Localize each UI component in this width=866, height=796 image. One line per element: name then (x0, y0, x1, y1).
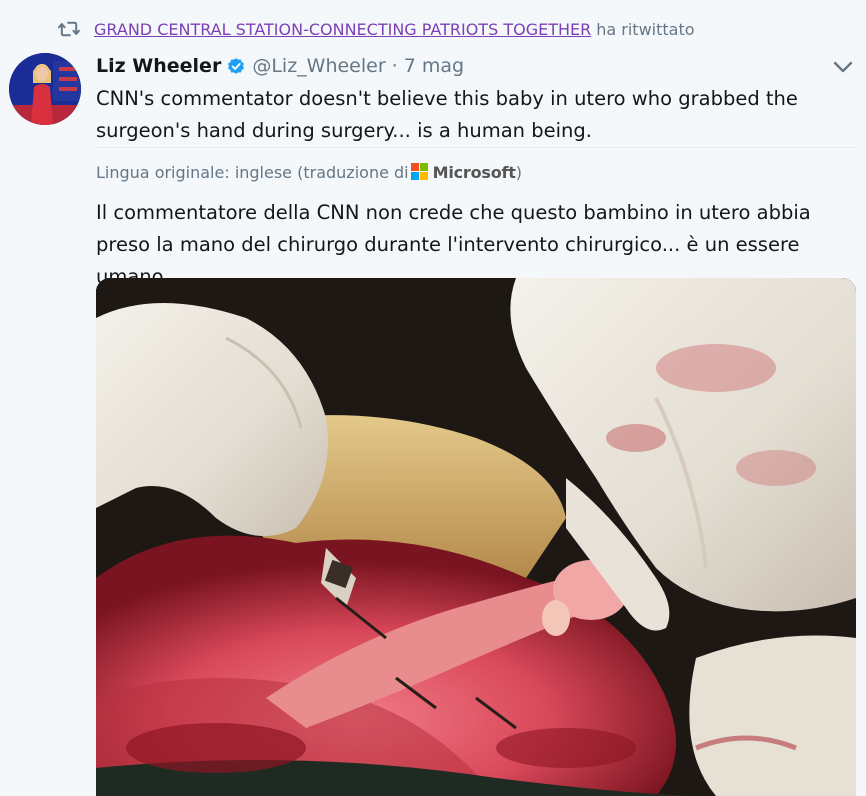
retweet-context: GRAND CENTRAL STATION-CONNECTING PATRIOT… (58, 17, 695, 41)
retweet-suffix: ha ritwittato (596, 19, 695, 39)
surgery-photo (96, 278, 856, 796)
chevron-down-icon[interactable] (833, 60, 853, 74)
translation-close-paren: ) (515, 162, 522, 182)
divider (96, 147, 856, 148)
tweet-timestamp[interactable]: 7 mag (404, 55, 464, 77)
retweeter-link[interactable]: GRAND CENTRAL STATION-CONNECTING PATRIOT… (94, 20, 591, 39)
separator-dot: · (391, 55, 398, 77)
author-handle[interactable]: @Liz_Wheeler (252, 55, 385, 77)
microsoft-logo-icon (410, 163, 429, 181)
translation-provider[interactable]: Microsoft (433, 163, 516, 182)
tweet-text: CNN's commentator doesn't believe this b… (96, 87, 798, 142)
verified-badge-icon (228, 58, 245, 74)
tweet-header: Liz Wheeler @Liz_Wheeler · 7 mag (96, 53, 464, 79)
tweet[interactable]: GRAND CENTRAL STATION-CONNECTING PATRIOT… (0, 0, 866, 796)
translation-attribution: Lingua originale: inglese (traduzione di… (96, 160, 522, 184)
tweet-media-image[interactable] (96, 278, 856, 796)
retweet-icon (58, 21, 80, 37)
author-display-name[interactable]: Liz Wheeler (96, 55, 221, 77)
translation-label: Lingua originale: inglese (traduzione di (96, 162, 409, 182)
avatar[interactable] (9, 53, 81, 125)
